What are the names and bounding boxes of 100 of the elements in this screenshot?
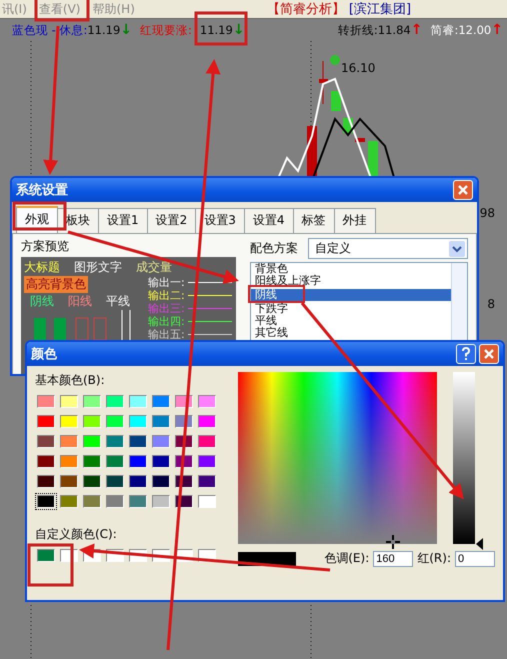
output-label: 输出一: bbox=[148, 276, 185, 289]
preview-label: 方案预览 bbox=[21, 238, 70, 255]
list-item[interactable]: 阳线及上涨字 bbox=[251, 275, 451, 287]
close-button[interactable] bbox=[453, 180, 473, 200]
color-swatch[interactable] bbox=[58, 493, 80, 510]
question-mark-icon bbox=[460, 347, 472, 361]
color-swatch[interactable] bbox=[58, 453, 80, 470]
help-button[interactable] bbox=[456, 344, 476, 364]
candle bbox=[355, 138, 365, 142]
indicator-label: 转折线: bbox=[338, 22, 378, 38]
color-swatch[interactable] bbox=[104, 393, 126, 410]
tab[interactable]: 标签 bbox=[292, 208, 335, 233]
crosshair-icon bbox=[386, 535, 400, 549]
stock-name: [滨江集团] bbox=[348, 1, 412, 18]
hue-field[interactable]: 160 bbox=[373, 550, 414, 566]
color-swatch[interactable] bbox=[35, 547, 57, 564]
dropdown-icon bbox=[449, 240, 465, 256]
color-swatch[interactable] bbox=[58, 433, 80, 450]
color-swatch[interactable] bbox=[58, 473, 80, 490]
color-swatch[interactable] bbox=[196, 433, 218, 450]
preview-text: 图形文字 bbox=[74, 259, 122, 276]
color-swatch[interactable] bbox=[35, 493, 57, 510]
close-button[interactable] bbox=[479, 344, 499, 364]
color-swatch[interactable] bbox=[35, 393, 57, 410]
indicator-label: 简睿: bbox=[430, 22, 458, 38]
tab[interactable]: 外挂 bbox=[334, 208, 376, 233]
scheme-dropdown[interactable]: 自定义 bbox=[308, 238, 468, 259]
list-item[interactable]: 背景色 bbox=[251, 263, 451, 275]
indicator-arrow: ↑ bbox=[491, 22, 503, 38]
scheme-label: 配色方案 bbox=[250, 240, 298, 257]
tab[interactable]: 设置1 bbox=[98, 208, 148, 233]
color-swatch[interactable] bbox=[35, 433, 57, 450]
color-swatch[interactable] bbox=[150, 473, 172, 490]
indicator-arrow: ↓ bbox=[120, 22, 132, 38]
color-swatch[interactable] bbox=[81, 493, 103, 510]
indicator-arrow: ↓ bbox=[232, 22, 245, 38]
list-item[interactable]: 平线 bbox=[251, 315, 451, 327]
color-swatch[interactable] bbox=[150, 433, 172, 450]
tab[interactable]: 设置2 bbox=[146, 208, 196, 233]
color-swatch[interactable] bbox=[127, 433, 149, 450]
color-swatch[interactable] bbox=[196, 393, 218, 410]
color-swatch[interactable] bbox=[104, 433, 126, 450]
tab[interactable]: 设置3 bbox=[195, 208, 245, 233]
candle bbox=[319, 60, 328, 104]
color-swatch[interactable] bbox=[104, 473, 126, 490]
highlight-frame bbox=[248, 285, 305, 303]
color-swatch[interactable] bbox=[81, 393, 103, 410]
dialog-title: 系统设置 bbox=[16, 182, 69, 199]
color-swatch[interactable] bbox=[58, 393, 80, 410]
indicator-value: 11.84 bbox=[378, 23, 411, 37]
output-label: 输出五: bbox=[148, 328, 185, 341]
highlight-frame bbox=[194, 12, 248, 46]
color-swatch[interactable] bbox=[127, 453, 149, 470]
color-swatch[interactable] bbox=[81, 453, 103, 470]
preview-title: 大标题 bbox=[24, 259, 60, 276]
color-swatch[interactable] bbox=[150, 393, 172, 410]
color-swatch[interactable] bbox=[104, 413, 126, 430]
color-swatch[interactable] bbox=[127, 393, 149, 410]
color-swatch[interactable] bbox=[196, 493, 218, 510]
color-swatch[interactable] bbox=[150, 413, 172, 430]
list-item[interactable]: 阴线 bbox=[251, 289, 451, 301]
color-swatch[interactable] bbox=[104, 493, 126, 510]
color-swatch[interactable] bbox=[35, 453, 57, 470]
output-label: 输出四: bbox=[148, 315, 185, 328]
preview-text: 阳线 bbox=[68, 293, 92, 310]
tab[interactable]: 设置4 bbox=[244, 208, 294, 233]
list-item[interactable]: 下跌字 bbox=[251, 303, 451, 315]
color-swatch[interactable] bbox=[58, 413, 80, 430]
preview-text: 成交量 bbox=[136, 259, 172, 276]
color-swatch[interactable] bbox=[81, 433, 103, 450]
app-title: 【简睿分析】 bbox=[266, 1, 345, 18]
channel-field[interactable]: 0 bbox=[455, 550, 495, 566]
candle bbox=[331, 91, 341, 111]
color-swatch[interactable] bbox=[196, 453, 218, 470]
price-label: 16.10 bbox=[341, 61, 376, 75]
color-swatch[interactable] bbox=[81, 413, 103, 430]
axis-label: 98 bbox=[480, 206, 495, 220]
indicator-label: 红现要涨: bbox=[140, 22, 192, 38]
preview-highlight: 高亮背景色 bbox=[24, 276, 88, 293]
output-line bbox=[188, 308, 232, 309]
color-swatch[interactable] bbox=[127, 493, 149, 510]
color-swatch[interactable] bbox=[35, 473, 57, 490]
channel-label: 红(R): bbox=[417, 550, 451, 567]
color-swatch[interactable] bbox=[127, 413, 149, 430]
color-swatch[interactable] bbox=[150, 493, 172, 510]
color-swatch[interactable] bbox=[35, 413, 57, 430]
color-swatch[interactable] bbox=[196, 473, 218, 490]
color-swatch[interactable] bbox=[150, 453, 172, 470]
list-item[interactable]: 其它线 bbox=[251, 327, 451, 339]
color-swatch[interactable] bbox=[81, 473, 103, 490]
color-spectrum[interactable] bbox=[238, 372, 438, 544]
output-line bbox=[188, 282, 232, 283]
color-swatch[interactable] bbox=[104, 453, 126, 470]
pointer-icon[interactable] bbox=[476, 538, 484, 550]
color-swatch[interactable] bbox=[196, 413, 218, 430]
highlight-frame bbox=[34, 0, 90, 22]
indicator-value: 12.00 bbox=[458, 23, 492, 37]
indicator-value: 11.19 bbox=[200, 23, 233, 37]
color-swatch[interactable] bbox=[127, 473, 149, 490]
highlight-frame bbox=[28, 544, 74, 586]
